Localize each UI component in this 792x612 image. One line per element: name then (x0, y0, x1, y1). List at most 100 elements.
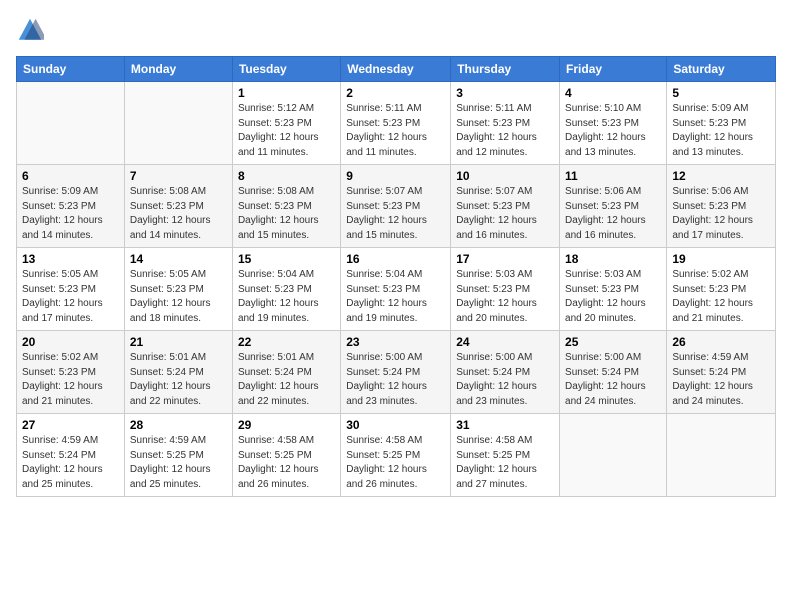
weekday-header-friday: Friday (560, 57, 667, 82)
weekday-header-row: SundayMondayTuesdayWednesdayThursdayFrid… (17, 57, 776, 82)
logo (16, 16, 48, 44)
calendar-cell: 9Sunrise: 5:07 AMSunset: 5:23 PMDaylight… (341, 165, 451, 248)
calendar-cell: 10 Sunrise: 5:07 AMSunset: 5:23 PMDayligh… (451, 165, 560, 248)
calendar-cell: 27Sunrise: 4:59 AMSunset: 5:24 PMDayligh… (17, 414, 125, 497)
calendar-week-row: 20Sunrise: 5:02 AMSunset: 5:23 PMDayligh… (17, 331, 776, 414)
calendar-cell: 5 Sunrise: 5:09 AMSunset: 5:23 PMDaylight… (667, 82, 776, 165)
day-number: 24 (456, 335, 554, 349)
day-info: Sunrise: 5:06 AMSunset: 5:23 PMDaylight:… (565, 185, 661, 243)
day-number: 6 (22, 169, 119, 183)
day-info: Sunrise: 5:02 AMSunset: 5:23 PMDaylight:… (672, 268, 770, 326)
day-info: Sunrise: 5:09 AMSunset: 5:23 PMDaylight:… (22, 185, 119, 243)
day-number: 7 (130, 169, 227, 183)
day-number: 30 (346, 418, 445, 432)
calendar-cell: 3 Sunrise: 5:11 AMSunset: 5:23 PMDaylight… (451, 82, 560, 165)
day-info: Sunrise: 4:58 AMSunset: 5:25 PMDaylight:… (238, 434, 335, 492)
calendar-cell (667, 414, 776, 497)
day-info: Sunrise: 5:11 AMSunset: 5:23 PMDaylight:… (456, 102, 554, 160)
day-info: Sunrise: 5:12 AMSunset: 5:23 PMDaylight:… (238, 102, 335, 160)
calendar-cell: 24 Sunrise: 5:00 AMSunset: 5:24 PMDayligh… (451, 331, 560, 414)
day-info: Sunrise: 5:08 AMSunset: 5:23 PMDaylight:… (238, 185, 335, 243)
calendar-cell: 19 Sunrise: 5:02 AMSunset: 5:23 PMDayligh… (667, 248, 776, 331)
calendar-week-row: 13 Sunrise: 5:05 AMSunset: 5:23 PMDayligh… (17, 248, 776, 331)
day-number: 15 (238, 252, 335, 266)
calendar-cell (560, 414, 667, 497)
weekday-header-sunday: Sunday (17, 57, 125, 82)
day-number: 17 (456, 252, 554, 266)
day-number: 21 (130, 335, 227, 349)
weekday-header-wednesday: Wednesday (341, 57, 451, 82)
day-info: Sunrise: 5:05 AMSunset: 5:23 PMDaylight:… (130, 268, 227, 326)
day-number: 4 (565, 86, 661, 100)
day-info: Sunrise: 5:06 AMSunset: 5:23 PMDaylight:… (672, 185, 770, 243)
day-number: 20 (22, 335, 119, 349)
day-number: 28 (130, 418, 227, 432)
calendar-week-row: 27Sunrise: 4:59 AMSunset: 5:24 PMDayligh… (17, 414, 776, 497)
day-number: 8 (238, 169, 335, 183)
weekday-header-tuesday: Tuesday (232, 57, 340, 82)
day-number: 29 (238, 418, 335, 432)
day-info: Sunrise: 5:11 AMSunset: 5:23 PMDaylight:… (346, 102, 445, 160)
day-info: Sunrise: 5:05 AMSunset: 5:23 PMDaylight:… (22, 268, 119, 326)
calendar-table: SundayMondayTuesdayWednesdayThursdayFrid… (16, 56, 776, 497)
day-number: 22 (238, 335, 335, 349)
day-info: Sunrise: 5:08 AMSunset: 5:23 PMDaylight:… (130, 185, 227, 243)
day-info: Sunrise: 5:07 AMSunset: 5:23 PMDaylight:… (346, 185, 445, 243)
day-number: 23 (346, 335, 445, 349)
day-info: Sunrise: 5:04 AMSunset: 5:23 PMDaylight:… (238, 268, 335, 326)
day-number: 19 (672, 252, 770, 266)
day-number: 1 (238, 86, 335, 100)
calendar-cell: 1 Sunrise: 5:12 AMSunset: 5:23 PMDaylight… (232, 82, 340, 165)
day-info: Sunrise: 5:01 AMSunset: 5:24 PMDaylight:… (130, 351, 227, 409)
day-number: 11 (565, 169, 661, 183)
day-number: 25 (565, 335, 661, 349)
day-info: Sunrise: 5:09 AMSunset: 5:23 PMDaylight:… (672, 102, 770, 160)
day-info: Sunrise: 5:04 AMSunset: 5:23 PMDaylight:… (346, 268, 445, 326)
day-number: 5 (672, 86, 770, 100)
day-number: 12 (672, 169, 770, 183)
day-number: 10 (456, 169, 554, 183)
calendar-cell: 18Sunrise: 5:03 AMSunset: 5:23 PMDayligh… (560, 248, 667, 331)
day-number: 14 (130, 252, 227, 266)
calendar-cell: 20Sunrise: 5:02 AMSunset: 5:23 PMDayligh… (17, 331, 125, 414)
day-info: Sunrise: 5:00 AMSunset: 5:24 PMDaylight:… (346, 351, 445, 409)
calendar-cell: 12 Sunrise: 5:06 AMSunset: 5:23 PMDayligh… (667, 165, 776, 248)
day-number: 13 (22, 252, 119, 266)
day-number: 2 (346, 86, 445, 100)
day-info: Sunrise: 4:58 AMSunset: 5:25 PMDaylight:… (456, 434, 554, 492)
calendar-cell: 21 Sunrise: 5:01 AMSunset: 5:24 PMDayligh… (124, 331, 232, 414)
day-info: Sunrise: 4:58 AMSunset: 5:25 PMDaylight:… (346, 434, 445, 492)
calendar-cell: 8 Sunrise: 5:08 AMSunset: 5:23 PMDaylight… (232, 165, 340, 248)
day-info: Sunrise: 5:07 AMSunset: 5:23 PMDaylight:… (456, 185, 554, 243)
calendar-cell: 25Sunrise: 5:00 AMSunset: 5:24 PMDayligh… (560, 331, 667, 414)
calendar-header: SundayMondayTuesdayWednesdayThursdayFrid… (17, 57, 776, 82)
calendar-cell: 28 Sunrise: 4:59 AMSunset: 5:25 PMDayligh… (124, 414, 232, 497)
day-info: Sunrise: 5:00 AMSunset: 5:24 PMDaylight:… (456, 351, 554, 409)
day-number: 31 (456, 418, 554, 432)
calendar-cell: 15 Sunrise: 5:04 AMSunset: 5:23 PMDayligh… (232, 248, 340, 331)
day-number: 26 (672, 335, 770, 349)
calendar-cell: 23 Sunrise: 5:00 AMSunset: 5:24 PMDayligh… (341, 331, 451, 414)
day-number: 27 (22, 418, 119, 432)
calendar-cell: 22Sunrise: 5:01 AMSunset: 5:24 PMDayligh… (232, 331, 340, 414)
calendar-week-row: 6 Sunrise: 5:09 AMSunset: 5:23 PMDaylight… (17, 165, 776, 248)
day-info: Sunrise: 5:03 AMSunset: 5:23 PMDaylight:… (456, 268, 554, 326)
day-info: Sunrise: 5:10 AMSunset: 5:23 PMDaylight:… (565, 102, 661, 160)
calendar-cell: 11 Sunrise: 5:06 AMSunset: 5:23 PMDayligh… (560, 165, 667, 248)
day-info: Sunrise: 4:59 AMSunset: 5:25 PMDaylight:… (130, 434, 227, 492)
weekday-header-thursday: Thursday (451, 57, 560, 82)
day-info: Sunrise: 5:03 AMSunset: 5:23 PMDaylight:… (565, 268, 661, 326)
day-number: 3 (456, 86, 554, 100)
calendar-cell: 13 Sunrise: 5:05 AMSunset: 5:23 PMDayligh… (17, 248, 125, 331)
calendar-cell: 26 Sunrise: 4:59 AMSunset: 5:24 PMDayligh… (667, 331, 776, 414)
weekday-header-monday: Monday (124, 57, 232, 82)
calendar-cell: 14 Sunrise: 5:05 AMSunset: 5:23 PMDayligh… (124, 248, 232, 331)
calendar-cell: 6 Sunrise: 5:09 AMSunset: 5:23 PMDaylight… (17, 165, 125, 248)
calendar-week-row: 1 Sunrise: 5:12 AMSunset: 5:23 PMDaylight… (17, 82, 776, 165)
calendar-cell (17, 82, 125, 165)
calendar-cell: 29 Sunrise: 4:58 AMSunset: 5:25 PMDayligh… (232, 414, 340, 497)
day-info: Sunrise: 4:59 AMSunset: 5:24 PMDaylight:… (672, 351, 770, 409)
calendar-cell: 17 Sunrise: 5:03 AMSunset: 5:23 PMDayligh… (451, 248, 560, 331)
page-header (16, 16, 776, 44)
calendar-cell: 4 Sunrise: 5:10 AMSunset: 5:23 PMDaylight… (560, 82, 667, 165)
